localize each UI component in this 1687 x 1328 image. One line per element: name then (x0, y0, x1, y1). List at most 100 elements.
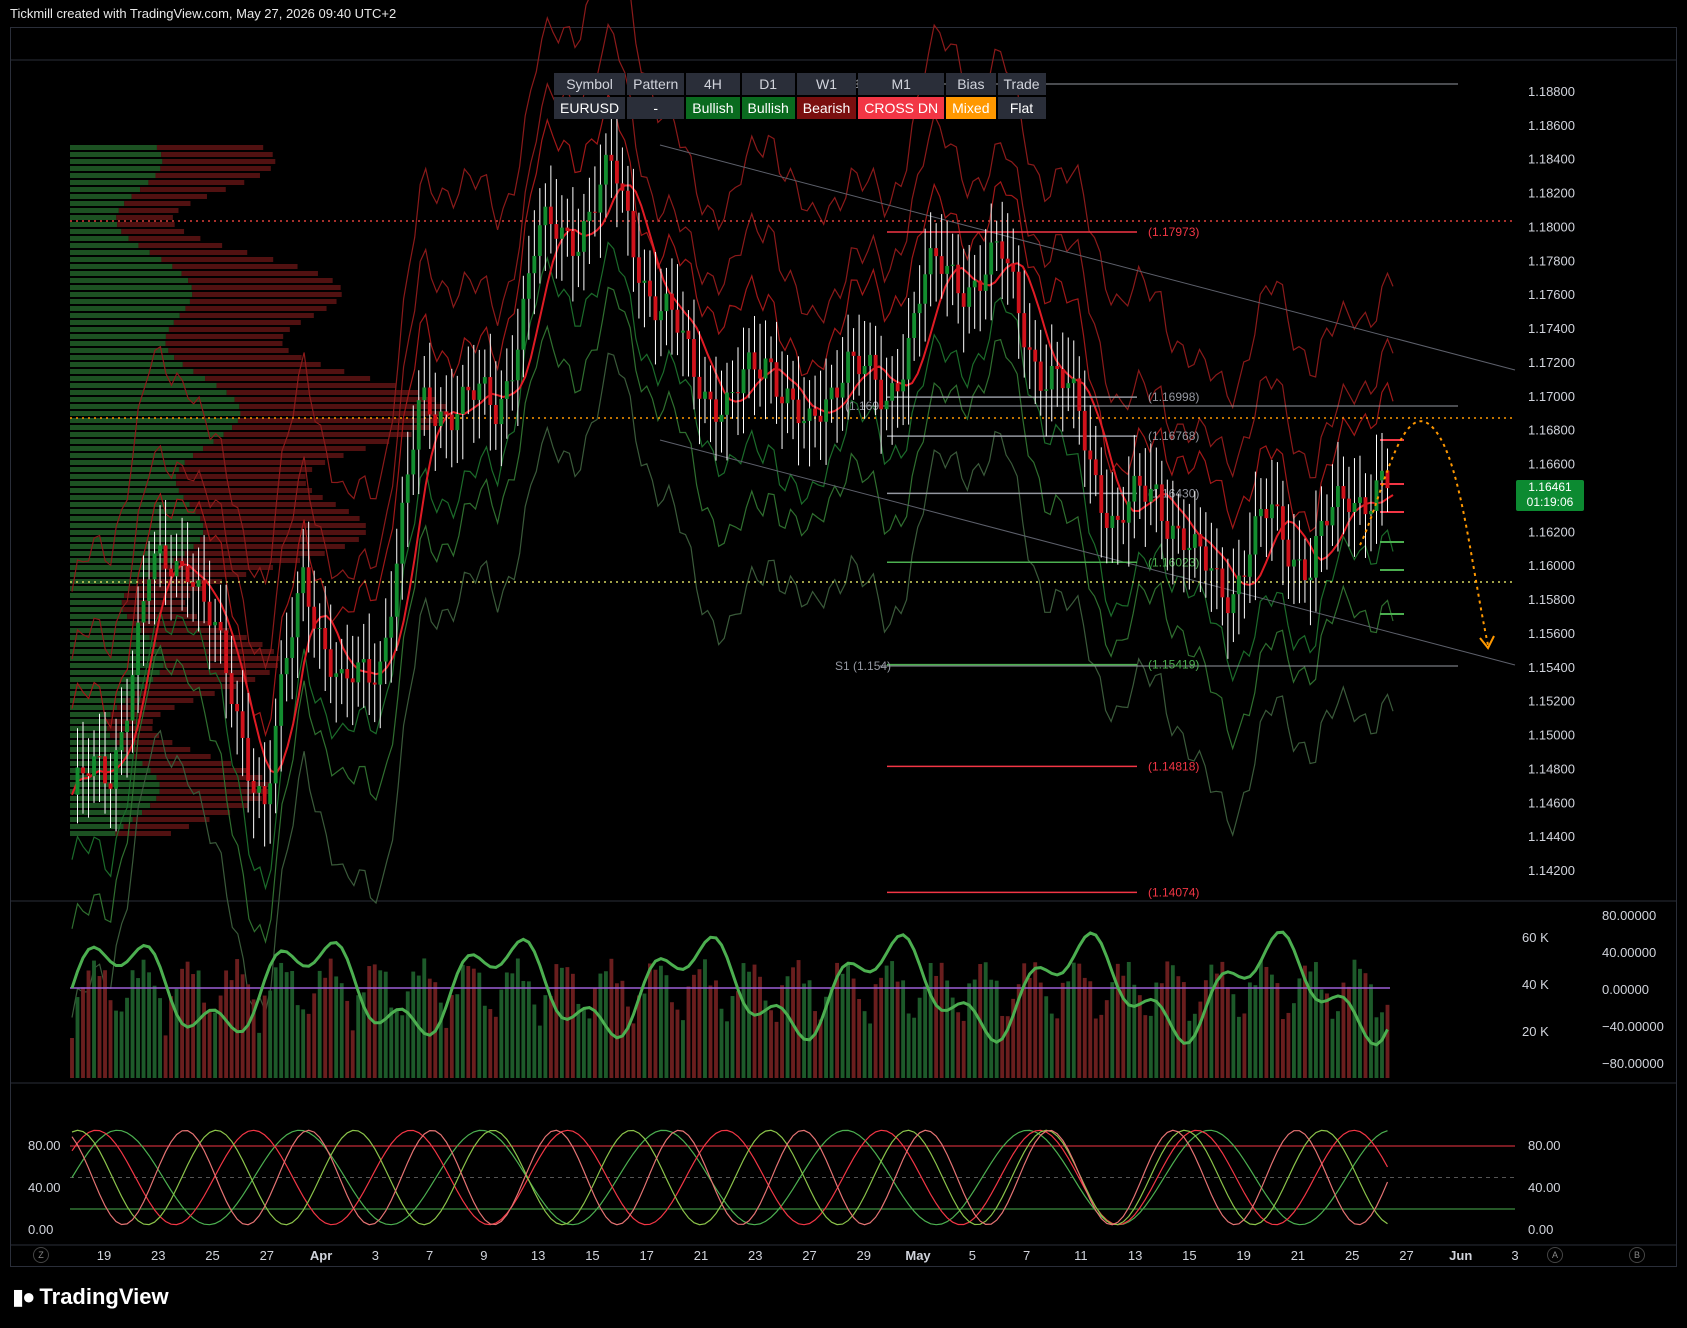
candle-body (136, 622, 140, 676)
candle-body (295, 593, 300, 638)
candle-body (928, 248, 933, 275)
status-header-0: Symbol (554, 73, 626, 95)
volume-bar (262, 995, 267, 1078)
level-label-7: (1.14074) (1148, 885, 1199, 899)
volume-bar (466, 966, 471, 1078)
candle-body (945, 265, 950, 274)
profile-bar-bear (122, 607, 188, 612)
profile-bar-bear (213, 439, 390, 444)
volume-bar (92, 960, 96, 1078)
candle-body (257, 786, 262, 793)
profile-bar-bull (70, 740, 117, 745)
candle-body (758, 369, 762, 379)
volume-bar (532, 1004, 537, 1078)
profile-bar-bull (70, 208, 119, 213)
candle-body (449, 414, 454, 431)
profile-bar-bear (133, 754, 211, 759)
candle-body (1347, 498, 1351, 513)
volume-bar (290, 970, 295, 1078)
volume-bar (736, 991, 740, 1078)
volume-bar (1242, 1013, 1247, 1078)
profile-bar-bear (185, 306, 327, 311)
profile-bar-bull (70, 565, 162, 570)
volume-bar (686, 986, 691, 1078)
volume-bar (1325, 993, 1329, 1078)
profile-bar-bear (124, 593, 191, 598)
profile-bar-bear (178, 488, 313, 493)
volume-bar (609, 958, 614, 1078)
volume-bar (1148, 1015, 1153, 1078)
oscillator-tick-label: 80.00000 (1602, 908, 1656, 923)
candle-body (791, 388, 795, 400)
candle-body (141, 601, 146, 623)
candle-body (1380, 470, 1384, 481)
candle-body (664, 293, 669, 312)
profile-bar-bull (70, 467, 179, 472)
zoom-button[interactable]: Z (33, 1247, 49, 1263)
volume-bar (460, 964, 465, 1078)
volume-bar (1104, 1000, 1109, 1078)
b-button[interactable]: B (1629, 1247, 1645, 1263)
volume-bar (906, 1013, 911, 1078)
profile-bar-bull (70, 236, 129, 241)
status-value-7: Flat (997, 97, 1046, 119)
volume-bar (1159, 983, 1164, 1078)
candle-body (659, 311, 663, 321)
profile-bar-bull (70, 831, 116, 836)
volume-bar (697, 969, 702, 1078)
status-table-value-row: EURUSD - Bullish Bullish Bearish CROSS DN Mixe… (554, 97, 1046, 119)
profile-bar-bull (70, 439, 214, 444)
candle-body (158, 545, 162, 554)
profile-bar-bear (226, 390, 419, 395)
status-value-1: - (627, 97, 685, 119)
volume-bar (449, 995, 454, 1078)
tradingview-logo[interactable]: ▮● TradingView (12, 1284, 169, 1310)
candle-body (565, 227, 570, 231)
projection-path (1359, 420, 1489, 646)
profile-bar-bear (176, 481, 306, 486)
profile-bar-bear (239, 404, 447, 409)
candle-body (372, 682, 377, 685)
volume-bar (119, 1011, 124, 1078)
profile-bar-bear (193, 544, 345, 549)
chart-canvas[interactable]: (1.17973)(1.16998)(1.16768)(1.16430)(1.1… (0, 0, 1687, 1328)
candle-body (92, 756, 96, 777)
profile-bar-bear (203, 523, 366, 528)
volume-bar (681, 1020, 685, 1078)
volume-bar (207, 1009, 212, 1078)
time-tick-label: 19 (97, 1248, 111, 1263)
auto-scale-button[interactable]: A (1547, 1247, 1563, 1263)
candle-body (284, 657, 289, 675)
volume-bar (548, 996, 553, 1078)
candle-body (1308, 577, 1313, 581)
profile-bar-bear (124, 201, 191, 206)
volume-bar (1225, 987, 1230, 1078)
volume-bar (785, 976, 790, 1078)
candle-body (1286, 539, 1291, 567)
time-tick-label: 15 (585, 1248, 599, 1263)
volume-bar (1198, 1001, 1203, 1078)
time-axis[interactable]: 19 23 25 27 Apr 3 7 9 13 15 17 21 23 27 29 May 5 7 11 13 15 1… (97, 1248, 1519, 1263)
profile-bar-bull (70, 502, 190, 507)
candle-body (1253, 516, 1258, 555)
profile-bar-bear (179, 313, 314, 318)
profile-bar-bull (70, 698, 126, 703)
profile-bar-bull (70, 201, 125, 206)
volume-bar (240, 974, 245, 1078)
volume-bar (1093, 1018, 1098, 1078)
status-value-5: CROSS DN (858, 97, 945, 119)
volume-bar (901, 980, 906, 1078)
price-tick-label: 1.17600 (1528, 287, 1575, 302)
price-tick-label: 1.14600 (1528, 795, 1575, 810)
candle-body (1005, 258, 1010, 264)
candle-body (1077, 378, 1082, 411)
profile-bar-bear (234, 397, 436, 402)
profile-bar-bear (199, 537, 359, 542)
level-label-0: (1.17973) (1148, 225, 1199, 239)
profile-bar-bull (70, 824, 124, 829)
candle-body (1016, 271, 1021, 314)
volume-bar (493, 1016, 498, 1078)
volume-bar (499, 989, 504, 1078)
profile-bar-bear (116, 215, 173, 220)
profile-bar-bull (70, 215, 117, 220)
